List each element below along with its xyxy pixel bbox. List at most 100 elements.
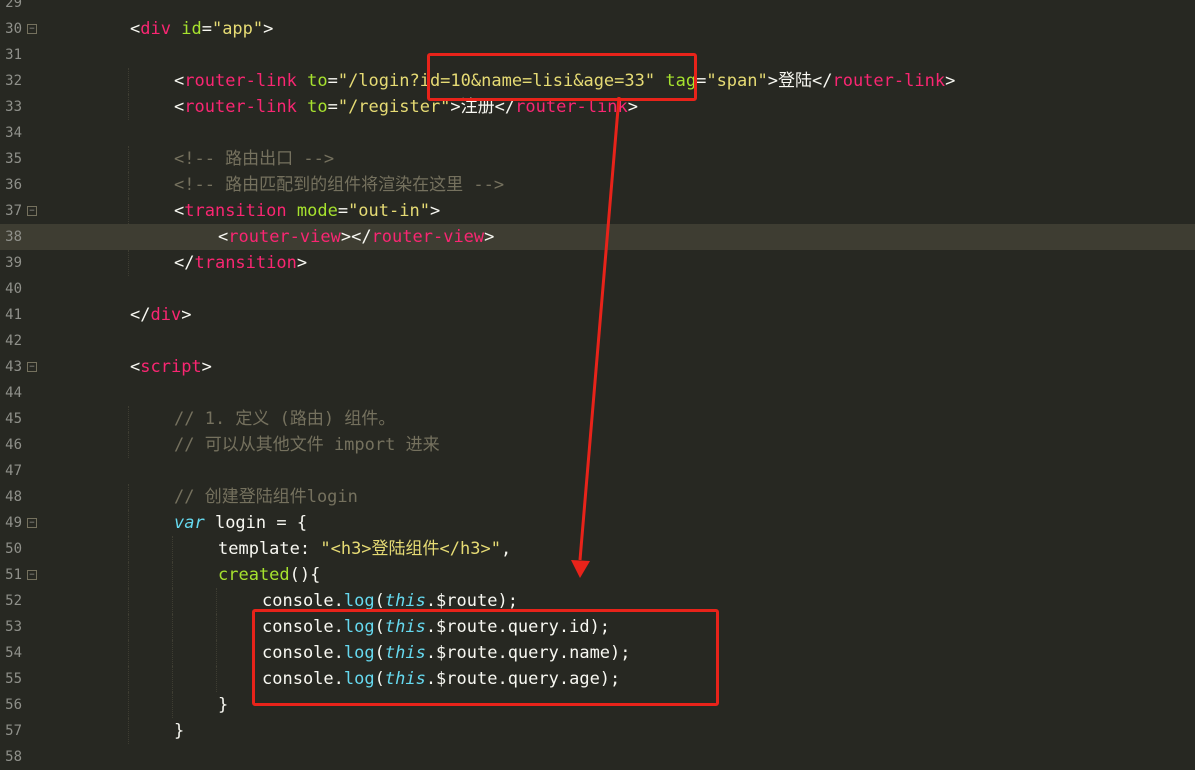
code-line[interactable]: 58: [0, 744, 1195, 770]
code-text[interactable]: // 1. 定义 (路由) 组件。: [174, 406, 395, 432]
fold-toggle-icon[interactable]: −: [27, 362, 37, 372]
code-line[interactable]: 29: [0, 0, 1195, 16]
line-number: 52: [5, 593, 22, 609]
code-line[interactable]: 49− var login = {: [0, 510, 1195, 536]
code-line[interactable]: 57}: [0, 718, 1195, 744]
code-token: ,: [500, 539, 512, 559]
code-line[interactable]: 48 // 创建登陆组件login: [0, 484, 1195, 510]
code-token: .$route);: [425, 591, 518, 611]
code-token: >: [201, 357, 212, 377]
code-token: div: [150, 305, 182, 325]
code-token: =: [337, 201, 349, 221]
code-line[interactable]: 44: [0, 380, 1195, 406]
code-token: div: [140, 19, 171, 39]
line-number: 41: [5, 307, 22, 323]
fold-toggle-icon[interactable]: −: [27, 206, 37, 216]
line-number: 48: [5, 489, 22, 505]
code-token: >登陆</: [767, 71, 833, 91]
indent-guide: [172, 640, 173, 666]
indent-guide: [216, 666, 217, 692]
code-text[interactable]: <transition mode="out-in">: [174, 198, 440, 224]
code-text[interactable]: <!-- 路由出口 -->: [174, 146, 334, 172]
line-number: 34: [5, 125, 22, 141]
line-number: 35: [5, 151, 22, 167]
line-number: 39: [5, 255, 22, 271]
code-line[interactable]: 36 <!-- 路由匹配到的组件将渲染在这里 -->: [0, 172, 1195, 198]
code-token: =: [327, 71, 338, 91]
code-line[interactable]: 51− created(){: [0, 562, 1195, 588]
indent-guide: [128, 536, 129, 562]
code-text[interactable]: created(){: [218, 562, 320, 588]
line-number: 49: [5, 515, 22, 531]
line-number: 57: [5, 723, 22, 739]
code-line[interactable]: 38 <router-view></router-view>: [0, 224, 1195, 250]
code-token: =: [201, 19, 212, 39]
code-text[interactable]: <!-- 路由匹配到的组件将渲染在这里 -->: [174, 172, 504, 198]
indent-guide: [128, 68, 129, 94]
line-number: 30: [5, 21, 22, 37]
code-token: ></: [340, 227, 372, 247]
code-token: <: [130, 19, 141, 39]
fold-toggle-icon[interactable]: −: [27, 24, 37, 34]
code-line[interactable]: 34: [0, 120, 1195, 146]
code-text[interactable]: <router-view></router-view>: [218, 224, 494, 250]
indent-guide: [128, 224, 129, 250]
code-token: >: [296, 253, 308, 273]
code-token: created: [218, 565, 290, 585]
code-token: <: [218, 227, 229, 247]
code-token: >: [945, 71, 956, 91]
code-line[interactable]: 40: [0, 276, 1195, 302]
code-token: to: [307, 97, 328, 117]
console-log-highlight: [252, 609, 719, 706]
code-token: router-link: [184, 71, 297, 91]
code-text[interactable]: }: [218, 692, 228, 718]
code-text[interactable]: template: "<h3>登陆组件</h3>",: [218, 536, 511, 562]
code-text[interactable]: <div id="app">: [130, 16, 273, 42]
indent-guide: [128, 640, 129, 666]
code-token: "out-in": [348, 201, 430, 221]
indent-guide: [172, 536, 173, 562]
code-token: <!-- 路由出口 -->: [174, 149, 335, 169]
indent-guide: [128, 666, 129, 692]
code-line[interactable]: 41 </div>: [0, 302, 1195, 328]
code-token: (: [374, 591, 385, 611]
indent-guide: [216, 640, 217, 666]
code-line[interactable]: 46 // 可以从其他文件 import 进来: [0, 432, 1195, 458]
code-text[interactable]: }: [174, 718, 184, 744]
line-number: 42: [5, 333, 22, 349]
indent-guide: [128, 562, 129, 588]
line-number: 33: [5, 99, 22, 115]
code-line[interactable]: 45 // 1. 定义 (路由) 组件。: [0, 406, 1195, 432]
code-line[interactable]: 42: [0, 328, 1195, 354]
fold-toggle-icon[interactable]: −: [27, 518, 37, 528]
code-token: router-view: [371, 227, 485, 247]
indent-guide: [128, 198, 129, 224]
code-text[interactable]: </div>: [130, 302, 191, 328]
code-token: transition: [184, 201, 287, 221]
code-text[interactable]: // 创建登陆组件login: [174, 484, 358, 510]
line-number: 50: [5, 541, 22, 557]
fold-toggle-icon[interactable]: −: [27, 570, 37, 580]
code-token: =: [327, 97, 338, 117]
code-line[interactable]: 47: [0, 458, 1195, 484]
code-token: "span": [706, 71, 768, 91]
code-line[interactable]: 30− <div id="app">: [0, 16, 1195, 42]
code-text[interactable]: <script>: [130, 354, 212, 380]
code-line[interactable]: 37− <transition mode="out-in">: [0, 198, 1195, 224]
code-line[interactable]: 35 <!-- 路由出口 -->: [0, 146, 1195, 172]
code-text[interactable]: </transition>: [174, 250, 307, 276]
code-text[interactable]: // 可以从其他文件 import 进来: [174, 432, 440, 458]
code-text[interactable]: var login = {: [174, 510, 307, 536]
code-line[interactable]: 43− <script>: [0, 354, 1195, 380]
code-line[interactable]: 39 </transition>: [0, 250, 1195, 276]
code-token: "app": [211, 19, 264, 39]
code-line[interactable]: 50 template: "<h3>登陆组件</h3>",: [0, 536, 1195, 562]
indent-guide: [128, 146, 129, 172]
line-number: 37: [5, 203, 22, 219]
code-token: // 可以从其他文件 import 进来: [174, 435, 440, 455]
line-number: 32: [5, 73, 22, 89]
indent-guide: [172, 614, 173, 640]
indent-guide: [128, 94, 129, 120]
